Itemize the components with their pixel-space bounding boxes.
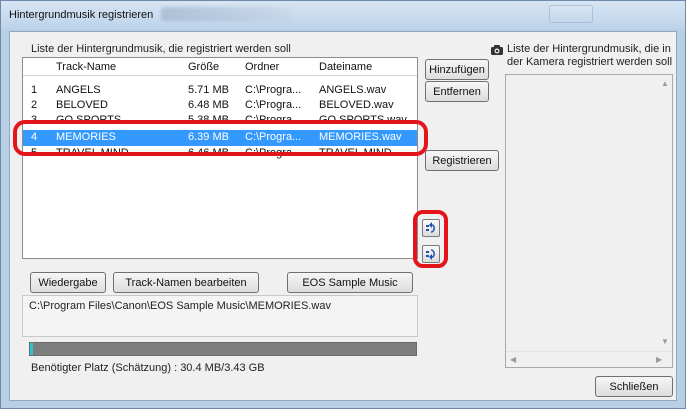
track-size: 5.71 MB — [188, 84, 229, 96]
selected-row-highlight — [13, 120, 428, 156]
camera-music-list[interactable]: ▲ ▼ ◀ ▶ — [505, 74, 673, 368]
vertical-scrollbar[interactable]: ▲ ▼ — [658, 75, 672, 350]
horizontal-scrollbar[interactable]: ◀ ▶ — [506, 351, 672, 367]
column-filename[interactable]: Dateiname — [319, 61, 372, 73]
column-track-name[interactable]: Track-Name — [56, 61, 116, 73]
track-folder: C:\Progra... — [245, 84, 302, 96]
eos-sample-music-button[interactable]: EOS Sample Music — [287, 272, 413, 293]
scroll-up-icon[interactable]: ▲ — [661, 79, 669, 88]
column-size[interactable]: Größe — [188, 61, 219, 73]
track-list[interactable]: Track-Name Größe Ordner Dateiname 1 ANGE… — [22, 57, 418, 259]
add-button[interactable]: Hinzufügen — [425, 59, 489, 80]
track-filename: ANGELS.wav — [319, 84, 387, 96]
right-list-caption-line2: der Kamera registriert werden soll — [507, 56, 673, 68]
rename-track-button[interactable]: Track-Namen bearbeiten — [113, 272, 259, 293]
scroll-right-icon[interactable]: ▶ — [656, 355, 662, 364]
track-number: 1 — [31, 84, 38, 96]
title-bar[interactable]: Hintergrundmusik registrieren — [1, 1, 685, 29]
close-button[interactable]: Schließen — [595, 376, 673, 397]
track-size: 6.48 MB — [188, 99, 229, 111]
camera-icon — [491, 45, 503, 55]
register-button[interactable]: Registrieren — [425, 150, 499, 171]
blurred-title-text — [161, 7, 291, 21]
close-window-button[interactable] — [549, 5, 593, 23]
column-folder[interactable]: Ordner — [245, 61, 279, 73]
required-space-label: Benötigter Platz (Schätzung) : 30.4 MB/3… — [31, 362, 265, 374]
file-path-display: C:\Program Files\Canon\EOS Sample Music\… — [22, 295, 418, 337]
left-list-caption: Liste der Hintergrundmusik, die registri… — [31, 43, 291, 55]
track-list-header: Track-Name Größe Ordner Dateiname — [23, 58, 417, 76]
track-row[interactable]: 1 ANGELS 5.71 MB C:\Progra... ANGELS.wav — [23, 83, 417, 99]
capacity-bar-fill — [30, 343, 33, 355]
scroll-left-icon[interactable]: ◀ — [510, 355, 516, 364]
track-folder: C:\Progra... — [245, 99, 302, 111]
track-name: ANGELS — [56, 84, 101, 96]
track-row[interactable]: 2 BELOVED 6.48 MB C:\Progra... BELOVED.w… — [23, 98, 417, 114]
remove-button[interactable]: Entfernen — [425, 81, 489, 102]
right-list-caption-line1: Liste der Hintergrundmusik, die in — [507, 43, 671, 55]
play-button[interactable]: Wiedergabe — [30, 272, 106, 293]
track-number: 2 — [31, 99, 38, 111]
window-title: Hintergrundmusik registrieren — [9, 9, 154, 21]
move-buttons-highlight — [413, 210, 448, 268]
track-filename: BELOVED.wav — [319, 99, 394, 111]
capacity-bar — [29, 342, 417, 356]
track-name: BELOVED — [56, 99, 108, 111]
file-path-text: C:\Program Files\Canon\EOS Sample Music\… — [29, 300, 331, 312]
scroll-down-icon[interactable]: ▼ — [661, 337, 669, 346]
